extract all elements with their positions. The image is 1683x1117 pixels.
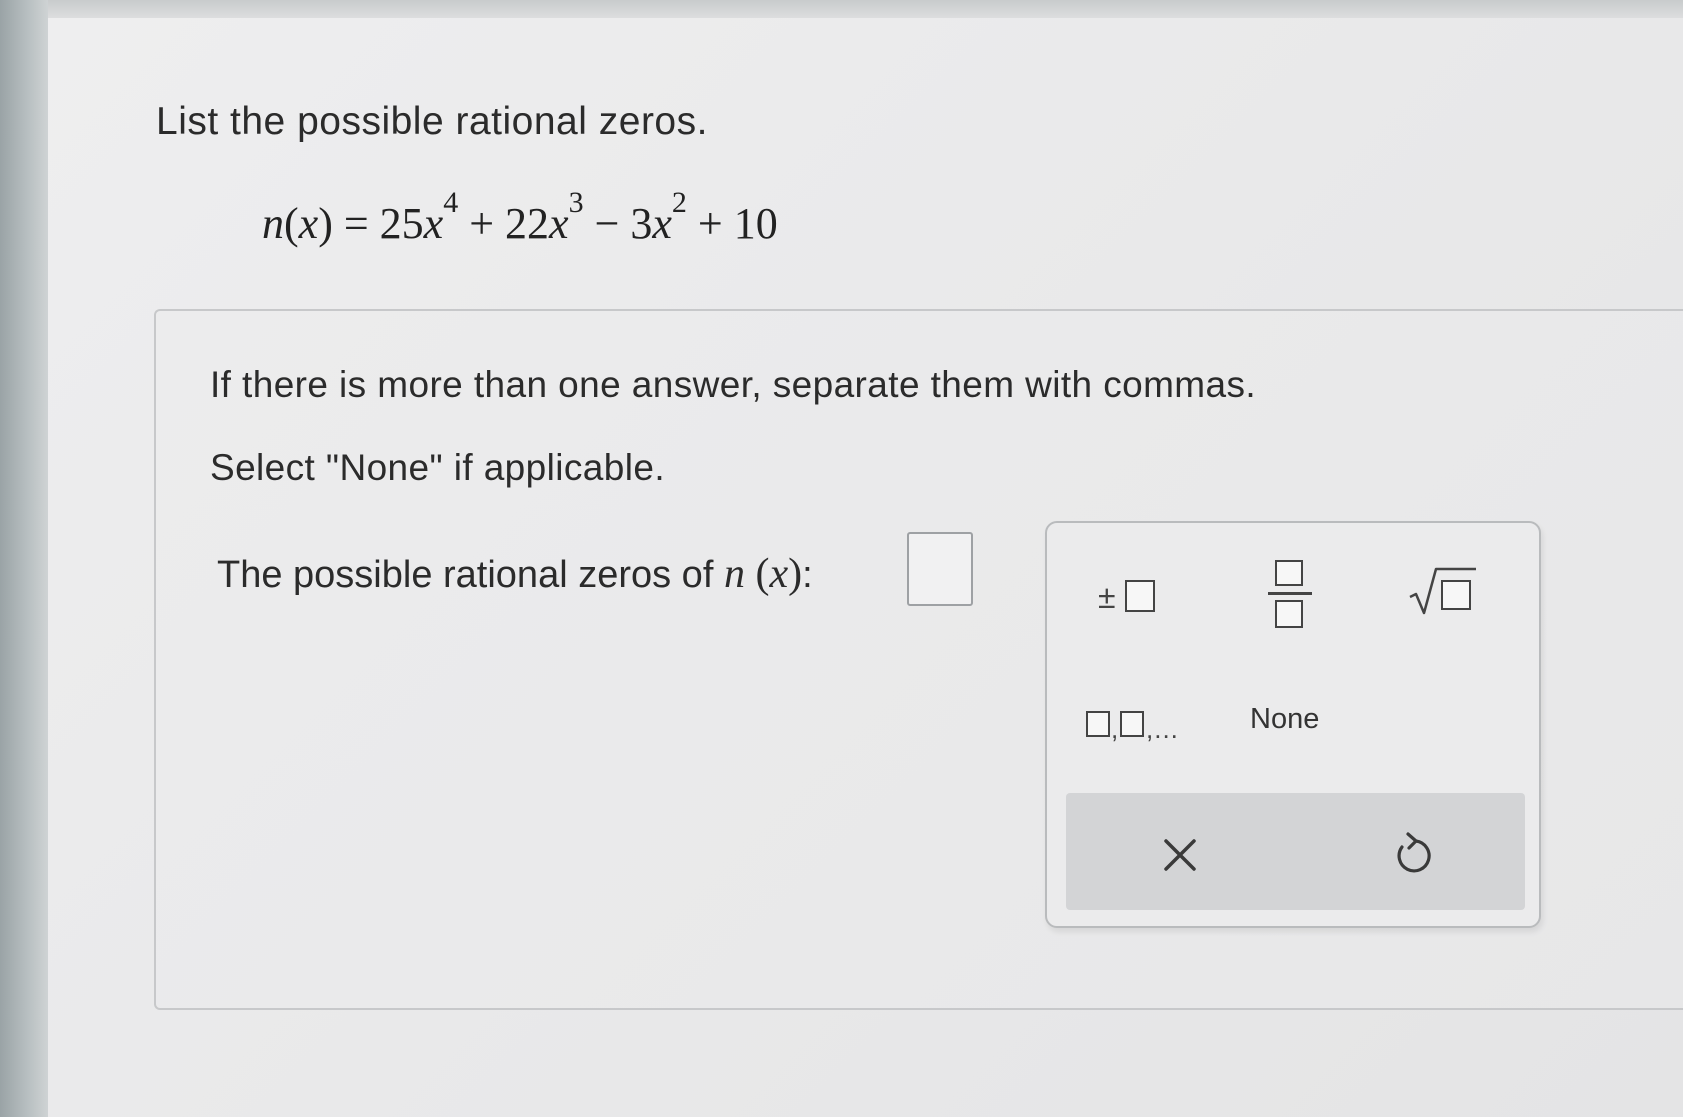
- equation-exponent-1: 4: [443, 186, 459, 219]
- square-root-button[interactable]: [1408, 563, 1476, 617]
- prompt-label: The possible rational zeros of: [217, 554, 724, 596]
- instruction-none: Select "None" if applicable.: [210, 447, 666, 488]
- instruction-commas: If there is more than one answer, separa…: [210, 364, 1257, 405]
- question-title: List the possible rational zeros.: [156, 100, 708, 143]
- prompt-rparen: ): [788, 551, 803, 597]
- fraction-button[interactable]: [1268, 558, 1312, 630]
- equation-exponent-2: 3: [568, 186, 584, 219]
- numerator-box-icon: [1275, 560, 1303, 586]
- prompt-math: n (x): [724, 551, 802, 597]
- equation-exponent-3: 2: [671, 186, 687, 219]
- equation-rparen: ): [318, 199, 333, 248]
- placeholder-box-icon: [1125, 580, 1155, 612]
- palette-action-bar: [1066, 793, 1525, 910]
- prompt-colon: :: [802, 554, 813, 596]
- prompt-variable: x: [769, 551, 789, 597]
- clear-button[interactable]: [1140, 825, 1220, 887]
- equation-term-1-var: x: [423, 199, 444, 248]
- fraction-bar-icon: [1268, 592, 1312, 595]
- prompt-lparen: (: [744, 551, 770, 597]
- equation-constant: + 10: [686, 199, 778, 248]
- function-name: n: [262, 199, 284, 248]
- equation-lparen: (: [284, 199, 299, 248]
- equation-term-3-var: x: [652, 199, 672, 248]
- device-left-edge: [0, 0, 48, 1117]
- undo-button[interactable]: [1378, 825, 1444, 887]
- equation-term-2-var: x: [549, 199, 569, 248]
- equation-term-3-coef: − 3: [583, 199, 653, 248]
- equation-variable: x: [298, 199, 319, 248]
- radicand-box-icon: [1441, 580, 1471, 610]
- list-comma: ,: [1111, 714, 1119, 744]
- answer-input[interactable]: [907, 532, 973, 606]
- prompt-function-name: n: [723, 551, 745, 597]
- none-button[interactable]: None: [1250, 703, 1319, 736]
- equation-term-1-coef: = 25: [332, 199, 424, 248]
- list-ellipsis: ,...: [1146, 714, 1179, 744]
- answer-prompt: The possible rational zeros of n (x):: [217, 550, 813, 598]
- list-box-2-icon: [1120, 711, 1144, 737]
- equation-term-2-coef: + 22: [458, 199, 550, 248]
- denominator-box-icon: [1275, 600, 1303, 628]
- plus-minus-button[interactable]: ±: [1098, 573, 1168, 621]
- list-entry-button[interactable]: , ,...: [1086, 706, 1186, 746]
- undo-icon: [1397, 832, 1431, 873]
- plus-minus-symbol: ±: [1098, 579, 1116, 615]
- list-box-1-icon: [1086, 711, 1110, 737]
- polynomial-equation: n(x) = 25x4 + 22x3 − 3x2 + 10: [262, 186, 778, 249]
- x-icon: [1164, 839, 1196, 871]
